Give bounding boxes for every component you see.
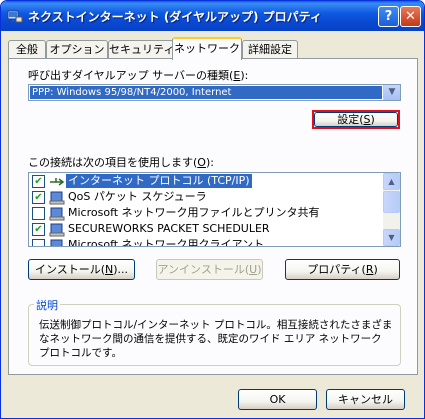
tab-general[interactable]: 全般 [8,40,46,59]
service-icon [49,207,65,221]
list-item[interactable]: Microsoft ネットワーク用クライアント [29,237,384,247]
server-type-select[interactable]: PPP: Windows 95/98/NT4/2000, Internet ▼ [28,84,401,101]
list-item-label: Microsoft ネットワーク用クライアント [68,238,265,247]
list-item[interactable]: Microsoft ネットワーク用ファイルとプリンタ共有 [29,205,384,221]
server-type-label: 呼び出すダイヤルアップ サーバーの種類(E): [28,69,249,82]
tab-security[interactable]: セキュリティ [108,40,174,59]
list-item[interactable]: ✔ インターネット プロトコル (TCP/IP) [29,173,384,189]
scroll-up-icon[interactable]: ▲ [383,173,400,190]
list-item-label: インターネット プロトコル (TCP/IP) [66,174,252,188]
scroll-thumb[interactable] [383,191,400,213]
uninstall-button[interactable]: アンインストール(U) [156,259,263,280]
window-title: ネクストインターネット (ダイヤルアップ) プロパティ [28,10,322,24]
properties-dialog: ネクストインターネット (ダイヤルアップ) プロパティ ? ✕ 全般 オプション… [0,0,425,419]
list-item-label: Microsoft ネットワーク用ファイルとプリンタ共有 [68,206,320,219]
title-bar[interactable]: ネクストインターネット (ダイヤルアップ) プロパティ ? ✕ [1,1,424,31]
components-list[interactable]: ✔ インターネット プロトコル (TCP/IP) ✔ QoS パケット スケジュ… [28,172,401,247]
close-button[interactable]: ✕ [400,6,421,27]
checkbox-checked[interactable]: ✔ [32,175,45,188]
client-icon [50,239,63,246]
service-icon [49,191,65,205]
checkbox-checked[interactable]: ✔ [32,191,45,204]
list-item[interactable]: ✔ SECUREWORKS PACKET SCHEDULER [29,221,384,237]
list-item-label: QoS パケット スケジューラ [68,190,207,203]
tab-strip: 全般 オプション セキュリティ ネットワーク 詳細設定 [8,37,418,60]
chevron-down-icon[interactable]: ▼ [383,85,400,100]
tab-advanced[interactable]: 詳細設定 [242,40,298,59]
list-item[interactable]: ✔ QoS パケット スケジューラ [29,189,384,205]
components-label: この接続は次の項目を使用します(O): [28,156,214,169]
network-tab-panel: 呼び出すダイヤルアップ サーバーの種類(E): PPP: Windows 95/… [8,58,418,375]
tab-network[interactable]: ネットワーク [172,37,242,60]
settings-highlight-box [312,110,400,129]
service-icon [49,223,65,237]
tab-options[interactable]: オプション [46,40,108,59]
properties-button[interactable]: プロパティ(R) [285,259,400,280]
install-button[interactable]: インストール(N)... [28,259,135,280]
description-text: 伝送制御プロトコル/インターネット プロトコル。相互接続されたさまざまなネットワ… [39,319,393,359]
description-title: 説明 [34,297,60,313]
dialup-connection-icon [7,10,23,23]
checkbox-checked[interactable]: ✔ [32,223,45,236]
cancel-button[interactable]: キャンセル [326,389,405,410]
ok-button[interactable]: OK [238,389,317,410]
protocol-icon [50,178,65,186]
help-button[interactable]: ? [378,6,399,27]
server-type-value: PPP: Windows 95/98/NT4/2000, Internet [30,86,382,99]
checkbox-unchecked[interactable] [32,207,45,220]
checkbox-unchecked[interactable] [32,239,45,246]
description-group: 説明 伝送制御プロトコル/インターネット プロトコル。相互接続されたさまざまなネ… [28,297,401,366]
list-scrollbar[interactable]: ▲ ▼ [383,173,400,246]
list-item-label: SECUREWORKS PACKET SCHEDULER [68,222,270,235]
scroll-down-icon[interactable]: ▼ [383,229,400,246]
